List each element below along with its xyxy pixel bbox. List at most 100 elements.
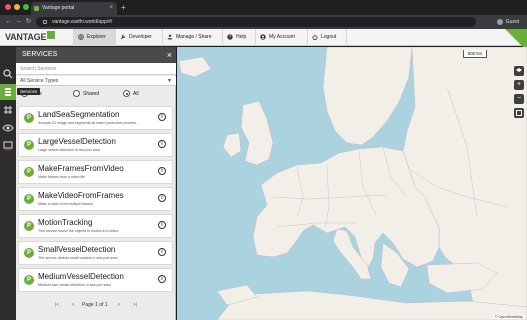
nav-my-account[interactable]: My Account	[255, 29, 307, 46]
service-item[interactable]: P MotionTracking This service tracks the…	[18, 214, 173, 238]
pagination: |< < Page 1 of 1 > >|	[16, 299, 176, 313]
lock-icon	[43, 20, 47, 24]
prev-page-button[interactable]: <	[68, 302, 78, 308]
tab-title: Vantage portal	[42, 5, 75, 11]
rail-grid-button[interactable]	[0, 102, 16, 118]
info-icon[interactable]: i	[158, 221, 166, 229]
radio-all[interactable]: All	[123, 90, 139, 98]
zoom-in-button[interactable]: +	[514, 80, 524, 90]
map-scale-bar: 500 km	[463, 50, 487, 58]
power-icon	[312, 34, 318, 40]
radio-shared[interactable]: Shared	[73, 90, 99, 98]
nav-explorer-label: Explorer	[87, 34, 106, 40]
screen: Vantage portal × + ← → ↻ vantage.earthi.…	[0, 0, 527, 320]
info-icon[interactable]: i	[158, 113, 166, 121]
nav-logout-label: Logout	[321, 34, 337, 40]
minimize-window-button[interactable]	[14, 4, 20, 10]
nav-explorer[interactable]: Explorer	[73, 29, 115, 46]
service-item[interactable]: P SmallVesselDetection The service detec…	[18, 241, 173, 265]
service-description: The service detects small vessels in sea…	[38, 256, 118, 260]
info-icon[interactable]: i	[158, 248, 166, 256]
nav-developer[interactable]: Developer	[115, 29, 162, 46]
browser-toolbar: ← → ↻ vantage.earthi.world/app/#/ Guest	[0, 15, 527, 29]
info-icon[interactable]: i	[158, 140, 166, 148]
info-icon[interactable]: i	[158, 275, 166, 283]
service-item[interactable]: P LandSeaSegmentation Accepts S1 image a…	[18, 106, 173, 130]
account-icon	[260, 34, 266, 40]
search-services-input[interactable]: Search Services	[16, 63, 176, 75]
europe-basemap	[178, 47, 527, 320]
service-description: Make frames from a video file	[38, 175, 86, 179]
services-icon	[5, 88, 11, 96]
service-type-icon: P	[24, 167, 34, 177]
services-panel: SERVICES × Search Services All Service T…	[16, 47, 176, 320]
users-icon	[167, 34, 173, 40]
chevron-down-icon: ▼	[167, 78, 172, 84]
service-description: Make a video from multiple frames	[38, 202, 93, 206]
service-type-icon: P	[24, 221, 34, 231]
nav-manage-share-label: Manage / Share	[176, 34, 212, 40]
wrench-icon	[120, 34, 126, 40]
maximize-window-button[interactable]	[23, 4, 29, 10]
logo-badge-icon	[47, 31, 56, 39]
service-description: Large vessel detection in sea port area	[38, 148, 100, 152]
map-attribution[interactable]: © OpenStreetMap	[492, 315, 525, 319]
new-tab-button[interactable]: +	[121, 2, 126, 13]
zoom-out-button[interactable]: −	[514, 94, 524, 104]
page-indicator: Page 1 of 1	[82, 302, 108, 308]
service-item[interactable]: P MakeVideoFromFrames Make a video from …	[18, 187, 173, 211]
map-view[interactable]: 500 km + − © OpenStreetMap	[177, 47, 527, 320]
address-bar[interactable]: vantage.earthi.world/app/#/	[36, 17, 476, 27]
svg-text:?: ?	[229, 35, 231, 40]
browser-tab[interactable]: Vantage portal ×	[31, 2, 117, 15]
forward-button[interactable]: →	[14, 17, 23, 27]
service-name: MediumVesselDetection	[38, 272, 124, 281]
service-name: LandSeaSegmentation	[38, 110, 120, 119]
rail-services-button[interactable]	[0, 84, 16, 100]
next-page-button[interactable]: >	[114, 302, 124, 308]
tab-close-button[interactable]: ×	[109, 2, 113, 15]
service-type-value: All Service Types	[20, 78, 59, 84]
service-description: This service tracks the objects in motio…	[38, 229, 119, 233]
layers-icon	[516, 68, 522, 72]
nav-help[interactable]: ? Help	[222, 29, 255, 46]
service-type-icon: P	[24, 194, 34, 204]
nav-manage-share[interactable]: Manage / Share	[162, 29, 222, 46]
draw-button[interactable]	[514, 108, 524, 118]
rail-search-button[interactable]	[0, 66, 16, 82]
nav-my-account-label: My Account	[269, 34, 295, 40]
service-name: LargeVesselDetection	[38, 137, 116, 146]
grid-icon	[4, 106, 12, 114]
avatar-icon	[496, 18, 503, 25]
rail-screen-button[interactable]	[0, 138, 16, 154]
back-button[interactable]: ←	[4, 17, 13, 27]
url-text: vantage.earthi.world/app/#/	[52, 19, 113, 25]
service-type-select[interactable]: All Service Types ▼	[16, 76, 176, 86]
service-name: MakeFramesFromVideo	[38, 164, 124, 173]
services-tooltip: Services	[17, 88, 41, 95]
service-type-icon: P	[24, 275, 34, 285]
browser-tab-bar: Vantage portal × +	[0, 0, 527, 15]
draw-icon	[516, 110, 522, 116]
layers-button[interactable]	[514, 66, 524, 76]
nav-logout[interactable]: Logout	[307, 29, 347, 46]
service-item[interactable]: P MakeFramesFromVideo Make frames from a…	[18, 160, 173, 184]
service-type-icon: P	[24, 113, 34, 123]
profile-label: Guest	[505, 19, 519, 25]
service-item[interactable]: P MediumVesselDetection Medium size vess…	[18, 268, 173, 292]
last-page-button[interactable]: >|	[130, 302, 140, 308]
close-panel-button[interactable]: ×	[167, 47, 172, 63]
radio-selected-icon	[123, 90, 130, 97]
service-item[interactable]: P LargeVesselDetection Large vessel dete…	[18, 133, 173, 157]
close-window-button[interactable]	[5, 4, 11, 10]
info-icon[interactable]: i	[158, 167, 166, 175]
service-name: SmallVesselDetection	[38, 245, 116, 254]
first-page-button[interactable]: |<	[52, 302, 62, 308]
monitor-icon	[3, 141, 13, 150]
app-logo[interactable]: VANTAGE	[5, 31, 56, 42]
profile-button[interactable]: Guest	[496, 17, 519, 27]
reload-button[interactable]: ↻	[24, 17, 33, 27]
left-tool-rail	[0, 47, 16, 320]
rail-view-button[interactable]	[0, 120, 16, 136]
info-icon[interactable]: i	[158, 194, 166, 202]
